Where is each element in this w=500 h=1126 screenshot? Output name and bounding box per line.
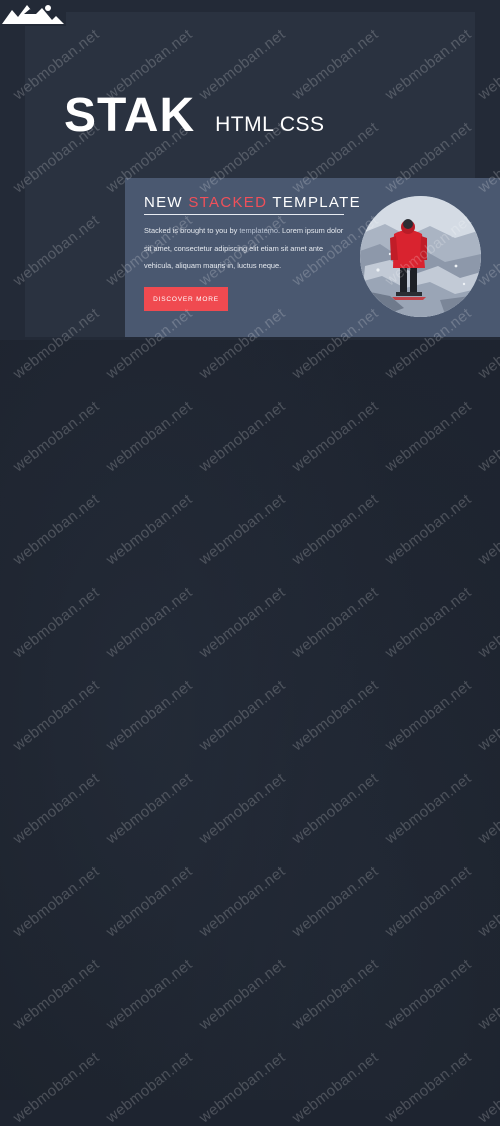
brand: STAK HTML CSS bbox=[64, 88, 325, 143]
heading-accent: STACKED bbox=[188, 194, 268, 211]
templatemo-link[interactable]: templatemo bbox=[239, 226, 278, 235]
brand-title: STAK bbox=[64, 89, 196, 142]
heading-divider bbox=[144, 214, 344, 215]
heading-prefix: NEW bbox=[144, 194, 189, 211]
hiker-photo bbox=[360, 196, 481, 317]
brand-subtitle: HTML CSS bbox=[215, 113, 325, 136]
body-text-start: Stacked is brought to you by bbox=[144, 226, 240, 235]
heading-suffix: TEMPLATE bbox=[267, 194, 361, 211]
discover-more-button[interactable]: DISCOVER MORE bbox=[144, 287, 228, 311]
mountain-logo-icon[interactable] bbox=[0, 0, 66, 26]
feature-heading: NEW STACKED TEMPLATE bbox=[144, 194, 361, 211]
feature-card: NEW STACKED TEMPLATE Stacked is brought … bbox=[125, 178, 500, 337]
feature-body: Stacked is brought to you by templatemo.… bbox=[144, 222, 349, 275]
